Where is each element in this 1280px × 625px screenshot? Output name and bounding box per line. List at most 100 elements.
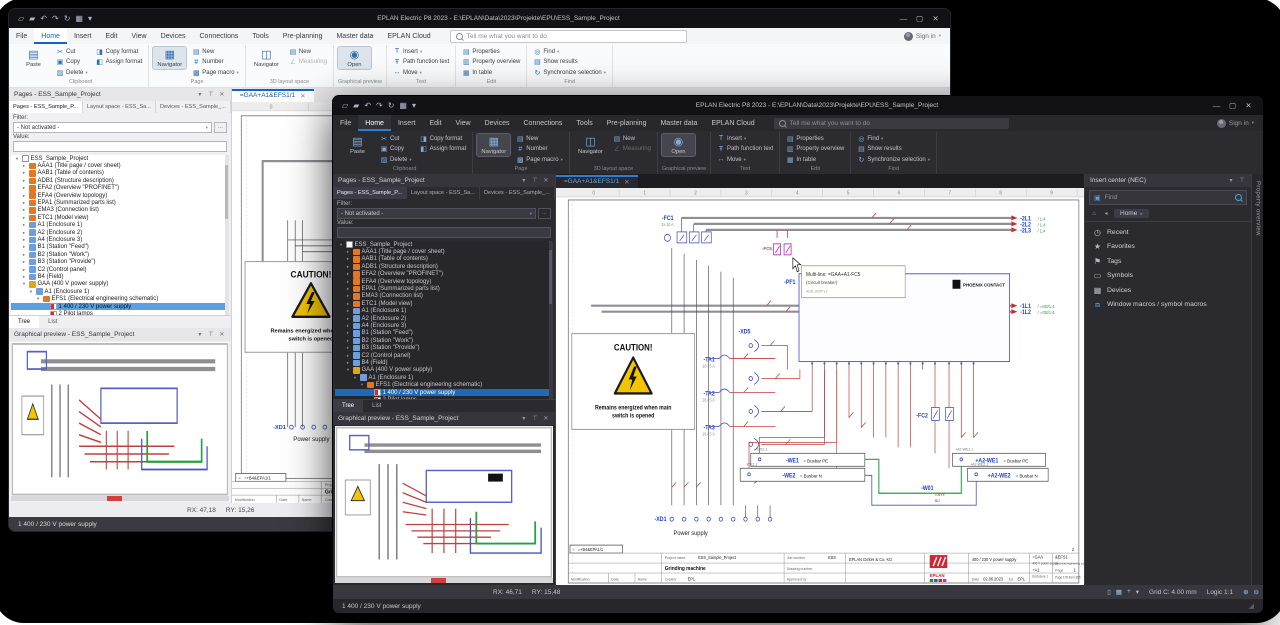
new-icon[interactable]: ▱	[18, 14, 24, 23]
ribbon-tab-master-data[interactable]: Master data	[329, 28, 380, 44]
tree-expander-icon[interactable]: ▸	[345, 256, 351, 262]
paste-button[interactable]: ▤Paste	[341, 134, 374, 156]
insert-button[interactable]: TInsert▾	[391, 47, 451, 57]
preview-scroll-thumb[interactable]	[107, 496, 122, 501]
tree-expander-icon[interactable]: ▸	[345, 279, 351, 285]
delete-button[interactable]: ▨Delete▾	[54, 68, 90, 78]
move-button[interactable]: ↔Move▾	[391, 68, 451, 78]
tree-expander-icon[interactable]: ▾	[35, 296, 41, 302]
navigator-button[interactable]: ▦Navigator	[153, 47, 186, 69]
navigator-button[interactable]: ▦Navigator	[477, 134, 510, 156]
graphical-preview[interactable]	[335, 426, 553, 584]
new-button[interactable]: ▤New	[287, 47, 329, 57]
in-table-button[interactable]: ▦In table	[460, 68, 522, 78]
chevron-down-icon[interactable]: ▾	[520, 415, 528, 422]
insert-button[interactable]: TInsert▾	[715, 134, 775, 144]
sign-in-button[interactable]: Sign in▾	[1217, 119, 1263, 128]
find-button[interactable]: ◎Find▾	[855, 134, 932, 144]
tab-tree[interactable]: Tree	[333, 400, 363, 412]
close-button[interactable]: ✕	[928, 14, 943, 23]
tree-item[interactable]: ▸A2 (Enclosure 2)	[335, 315, 553, 322]
minimize-button[interactable]: —	[896, 14, 911, 23]
tree-item[interactable]: ▸EPA1 (Summarized parts list)	[335, 285, 553, 292]
number-button[interactable]: #Number	[190, 58, 241, 68]
pages-panel-header[interactable]: Pages - ESS_Sample_Project ▾ ⊤ ✕	[333, 174, 555, 187]
close-icon[interactable]: ✕	[218, 91, 226, 98]
open-icon[interactable]: ▰	[353, 101, 359, 110]
ribbon-tab-file[interactable]: File	[9, 28, 34, 44]
tree-item[interactable]: ▸EFA2 (Overview "PROFINET")	[11, 185, 229, 192]
tree-item[interactable]: ▸B2 (Station "Work")	[335, 337, 553, 344]
ribbon-tab-edit[interactable]: Edit	[98, 28, 124, 44]
insert-center-item-recent[interactable]: ◷Recent	[1085, 225, 1251, 240]
close-icon[interactable]: ✕	[624, 178, 629, 186]
tree-expander-icon[interactable]: ▸	[21, 222, 27, 228]
ribbon-tab-connections[interactable]: Connections	[193, 28, 246, 44]
pages-tree[interactable]: ▾ESS_Sample_Project▸AAA1 (Title page / c…	[11, 155, 229, 315]
tree-item[interactable]: ▸ETC1 (Model view)	[335, 300, 553, 307]
ribbon-tab-devices[interactable]: Devices	[478, 115, 517, 131]
pages-tree[interactable]: ▾ESS_Sample_Project▸AAA1 (Title page / c…	[335, 241, 553, 399]
tree-expander-icon[interactable]: ▸	[21, 207, 27, 213]
new-icon[interactable]: ▱	[342, 101, 348, 110]
insert-center-header[interactable]: Insert center (NEC) ▾ ⊤	[1085, 174, 1251, 187]
close-icon[interactable]: ✕	[542, 177, 550, 184]
tree-item[interactable]: ▸AAA1 (Title page / cover sheet)	[11, 162, 229, 169]
grid-icon[interactable]: ▦	[1116, 588, 1122, 596]
new-button[interactable]: ▤New	[514, 134, 565, 144]
tree-expander-icon[interactable]: ▸	[345, 301, 351, 307]
tree-expander-icon[interactable]: ▾	[14, 156, 20, 162]
ribbon-tab-view[interactable]: View	[125, 28, 154, 44]
breadcrumb[interactable]: Home ▸	[1114, 209, 1149, 218]
customize-toolbar-icon[interactable]: ▾	[88, 14, 92, 23]
cut-button[interactable]: ✂Cut	[54, 47, 90, 57]
tree-expander-icon[interactable]: ▸	[345, 345, 351, 351]
number-button[interactable]: #Number	[514, 145, 565, 155]
main-switch-symbol[interactable]	[677, 232, 711, 243]
filter-more-button[interactable]: …	[214, 122, 227, 133]
minimize-button[interactable]: —	[1209, 101, 1224, 110]
pin-icon[interactable]: ⊤	[531, 177, 539, 184]
tree-expander-icon[interactable]: ▸	[345, 308, 351, 314]
tree-item[interactable]: ▸C2 (Control panel)	[11, 266, 229, 273]
ribbon-tab-master-data[interactable]: Master data	[653, 115, 704, 131]
tree-expander-icon[interactable]: ▸	[345, 338, 351, 344]
synchronize-selection-button[interactable]: ↻Synchronize selection▾	[531, 68, 608, 78]
tree-expander-icon[interactable]: ▸	[345, 264, 351, 270]
fc2-symbol[interactable]	[931, 407, 953, 420]
tree-item[interactable]: ▸B4 (Field)	[11, 273, 229, 280]
tree-expander-icon[interactable]: ▸	[21, 230, 27, 236]
open-icon[interactable]: ▰	[29, 14, 35, 23]
preview-panel-header[interactable]: Graphical preview - ESS_Sample_Project ▾…	[333, 412, 555, 425]
tab-pages[interactable]: Pages - ESS_Sample_P...	[9, 101, 83, 113]
tree-expander-icon[interactable]: ▸	[21, 200, 27, 206]
tree-item[interactable]: ▸EPA1 (Summarized parts list)	[11, 199, 229, 206]
redo-icon[interactable]: ↷	[52, 14, 59, 23]
collapsed-panel-strip[interactable]: Property overview	[1251, 174, 1263, 585]
tree-expander-icon[interactable]: ▸	[21, 237, 27, 243]
tree-item[interactable]: 2 Pilot lamps	[11, 310, 229, 314]
tree-item[interactable]: ▾ESS_Sample_Project	[335, 241, 553, 248]
tree-expander-icon[interactable]: ▸	[21, 244, 27, 250]
navigator-button[interactable]: ◫Navigator	[250, 47, 283, 69]
tree-item[interactable]: ▸B3 (Station "Provide")	[11, 258, 229, 265]
tree-item[interactable]: ▾ESS_Sample_Project	[11, 155, 229, 162]
tree-expander-icon[interactable]: ▸	[21, 259, 27, 265]
zoom-out-icon[interactable]: ⊖	[1254, 588, 1259, 596]
tree-item[interactable]: ▸AAB1 (Table of contents)	[335, 256, 553, 263]
tree-expander-icon[interactable]: ▸	[345, 249, 351, 255]
chevron-down-icon[interactable]: ▾	[196, 91, 204, 98]
tree-expander-icon[interactable]: ▸	[345, 271, 351, 277]
tree-item[interactable]: ▸EFA4 (Overview topology)	[335, 278, 553, 285]
show-results-button[interactable]: ▤Show results	[531, 58, 608, 68]
tree-expander-icon[interactable]: ▾	[359, 382, 365, 388]
busbar-a2-we1[interactable]: +A2-WE1.1 +A2-WE1 = Busbar PE	[952, 447, 1045, 466]
path-function-text-button[interactable]: ŦPath function text	[391, 58, 451, 68]
redo-icon[interactable]: ↷	[376, 101, 383, 110]
preview-scrollbar[interactable]	[11, 496, 229, 501]
paste-button[interactable]: ▤Paste	[17, 47, 50, 69]
tree-expander-icon[interactable]: ▸	[345, 353, 351, 359]
snap-icon[interactable]: ▯	[1107, 588, 1111, 596]
tree-expander-icon[interactable]: ▸	[21, 267, 27, 273]
open-button[interactable]: ◉Open	[338, 47, 371, 69]
